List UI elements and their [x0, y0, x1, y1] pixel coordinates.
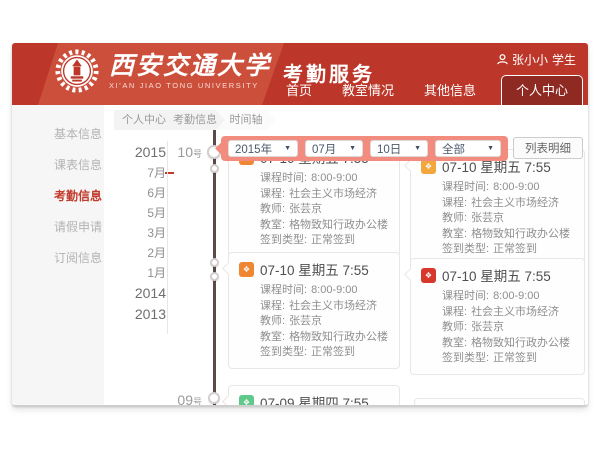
attendance-type-icon: ❖: [421, 268, 436, 283]
user-role: 学生: [552, 51, 576, 68]
card-tail: [404, 268, 417, 281]
attendance-card-partial[interactable]: [414, 398, 585, 406]
date-filter-popup: 2015年 ▼ 07月 ▼ 10日 ▼ 全部 ▼: [221, 136, 508, 161]
timeline-year-item[interactable]: 6月: [126, 183, 166, 203]
timeline-node[interactable]: [208, 392, 220, 404]
card-field-type: 签到类型:正常签到: [239, 345, 389, 361]
sidebar-item-subscription-info[interactable]: 订阅信息: [12, 242, 104, 273]
sidebar-item-attendance-info[interactable]: 考勤信息: [12, 180, 104, 211]
year-rail: 20157月6月5月3月2月1月20142013: [126, 142, 166, 325]
card-date: 07-10 星期五 7:55: [442, 265, 551, 285]
card-field-teacher: 教师:张芸京: [239, 202, 389, 218]
nav-item-other-info[interactable]: 其他信息: [409, 76, 491, 105]
attendance-card[interactable]: ❖ 07-10 星期五 7:55 课程时间:8:00-9:00课程:社会主义市场…: [228, 252, 400, 369]
card-field-time: 课程时间:8:00-9:00: [239, 283, 389, 299]
nav-item-personal-center[interactable]: 个人中心: [501, 75, 583, 105]
timeline-node[interactable]: [210, 258, 219, 267]
card-field-course: 课程:社会主义市场经济: [239, 299, 389, 315]
day-suffix: 号: [193, 149, 202, 159]
list-detail-button[interactable]: 列表明细: [513, 137, 583, 159]
app-window: 西安交通大学 XI'AN JIAO TONG UNIVERSITY 考勤服务 张…: [12, 43, 588, 406]
year-select-value: 2015年: [235, 141, 272, 157]
timeline-year-item[interactable]: 2014: [126, 283, 166, 304]
university-name-en: XI'AN JIAO TONG UNIVERSITY: [109, 81, 271, 90]
card-field-course: 课程:社会主义市场经济: [421, 305, 574, 321]
timeline-year-item[interactable]: 3月: [126, 223, 166, 243]
timeline-node[interactable]: [210, 272, 219, 281]
card-tail: [222, 262, 235, 275]
sidebar-item-basic-info[interactable]: 基本信息: [12, 118, 104, 149]
breadcrumb-personal-center[interactable]: 个人中心: [114, 110, 174, 130]
chevron-down-icon: ▼: [414, 145, 421, 152]
card-date: 07-10 星期五 7:55: [260, 259, 369, 279]
card-field-room: 教室:格物致知行政办公楼: [239, 330, 389, 346]
university-logo-icon: [54, 48, 100, 94]
day-suffix: 号: [193, 397, 202, 406]
attendance-type-icon: ❖: [239, 262, 254, 277]
day-select-value: 10日: [377, 141, 401, 157]
card-field-course: 课程:社会主义市场经济: [421, 196, 574, 212]
sidebar-item-schedule-info[interactable]: 课表信息: [12, 149, 104, 180]
university-name-block: 西安交通大学 XI'AN JIAO TONG UNIVERSITY: [109, 53, 271, 90]
sidebar-item-leave-request[interactable]: 请假申请: [12, 211, 104, 242]
person-icon: [497, 54, 508, 65]
timeline-year-item[interactable]: 2月: [126, 243, 166, 263]
timeline-year-item[interactable]: 7月: [126, 163, 166, 183]
card-field-teacher: 教师:张芸京: [239, 314, 389, 330]
card-field-room: 教室:格物致知行政办公楼: [421, 336, 574, 352]
timeline-year-item[interactable]: 5月: [126, 203, 166, 223]
app-header: 西安交通大学 XI'AN JIAO TONG UNIVERSITY 考勤服务 张…: [12, 43, 588, 105]
chevron-down-icon: ▼: [284, 145, 291, 152]
main-nav: 首页 教室情况 其他信息 个人中心: [271, 75, 583, 105]
card-field-time: 课程时间:8:00-9:00: [421, 180, 574, 196]
timeline-year-item[interactable]: 2013: [126, 304, 166, 325]
day-number: 10: [177, 144, 193, 160]
card-tail: [404, 159, 417, 172]
nav-item-home[interactable]: 首页: [271, 76, 327, 105]
card-field-type: 签到类型:正常签到: [421, 351, 574, 367]
year-select[interactable]: 2015年 ▼: [228, 140, 298, 157]
attendance-card[interactable]: ❖ 07-10 星期五 7:55 课程时间:8:00-9:00课程:社会主义市场…: [410, 149, 585, 266]
type-select[interactable]: 全部 ▼: [435, 140, 501, 157]
card-field-type: 签到类型:正常签到: [239, 233, 389, 249]
day-marker: 10号: [162, 144, 202, 160]
sidebar: 基本信息 课表信息 考勤信息 请假申请 订阅信息: [12, 105, 104, 406]
user-name: 张小小: [512, 51, 548, 68]
user-info[interactable]: 张小小 学生: [497, 51, 576, 68]
month-select[interactable]: 07月 ▼: [305, 140, 363, 157]
day-marker: 09号: [162, 392, 202, 406]
content-area: 个人中心 考勤信息 时间轴 20157月6月5月3月2月1月20142013 1…: [104, 105, 588, 406]
card-field-teacher: 教师:张芸京: [421, 211, 574, 227]
screenshot-canvas: 西安交通大学 XI'AN JIAO TONG UNIVERSITY 考勤服务 张…: [0, 0, 600, 450]
timeline-year-item[interactable]: 2015: [126, 142, 166, 163]
timeline-year-item[interactable]: 1月: [126, 263, 166, 283]
rail-divider: [167, 141, 168, 334]
card-tail: [222, 395, 235, 406]
attendance-card[interactable]: ❖ 07-10 星期五 7:55 课程时间:8:00-9:00课程:社会主义市场…: [410, 258, 585, 375]
card-field-room: 教室:格物致知行政办公楼: [421, 227, 574, 243]
university-name-cn: 西安交通大学: [109, 53, 271, 79]
card-field-room: 教室:格物致知行政办公楼: [239, 218, 389, 234]
attendance-type-icon: ❖: [239, 395, 254, 407]
month-select-value: 07月: [312, 141, 336, 157]
day-number: 09: [177, 392, 193, 406]
breadcrumb-attendance-info[interactable]: 考勤信息: [165, 110, 225, 130]
card-field-type: 签到类型:正常签到: [421, 242, 574, 258]
window-body: 基本信息 课表信息 考勤信息 请假申请 订阅信息 个人中心 考勤信息 时间轴 2…: [12, 105, 588, 406]
nav-item-classrooms[interactable]: 教室情况: [327, 76, 409, 105]
timeline-node[interactable]: [210, 164, 219, 173]
breadcrumb: 个人中心 考勤信息 时间轴: [114, 110, 276, 130]
chevron-down-icon: ▼: [487, 145, 494, 152]
card-field-time: 课程时间:8:00-9:00: [239, 171, 389, 187]
card-field-teacher: 教师:张芸京: [421, 320, 574, 336]
type-select-value: 全部: [442, 141, 465, 157]
attendance-card[interactable]: ❖ 07-09 星期四 7:55 课程时间:8:00-9:00课程:社会主义市场…: [228, 385, 400, 406]
card-date: 07-09 星期四 7:55: [260, 392, 369, 406]
card-field-time: 课程时间:8:00-9:00: [421, 289, 574, 305]
breadcrumb-timeline[interactable]: 时间轴: [216, 110, 276, 130]
chevron-down-icon: ▼: [349, 145, 356, 152]
day-select[interactable]: 10日 ▼: [370, 140, 428, 157]
card-field-course: 课程:社会主义市场经济: [239, 187, 389, 203]
